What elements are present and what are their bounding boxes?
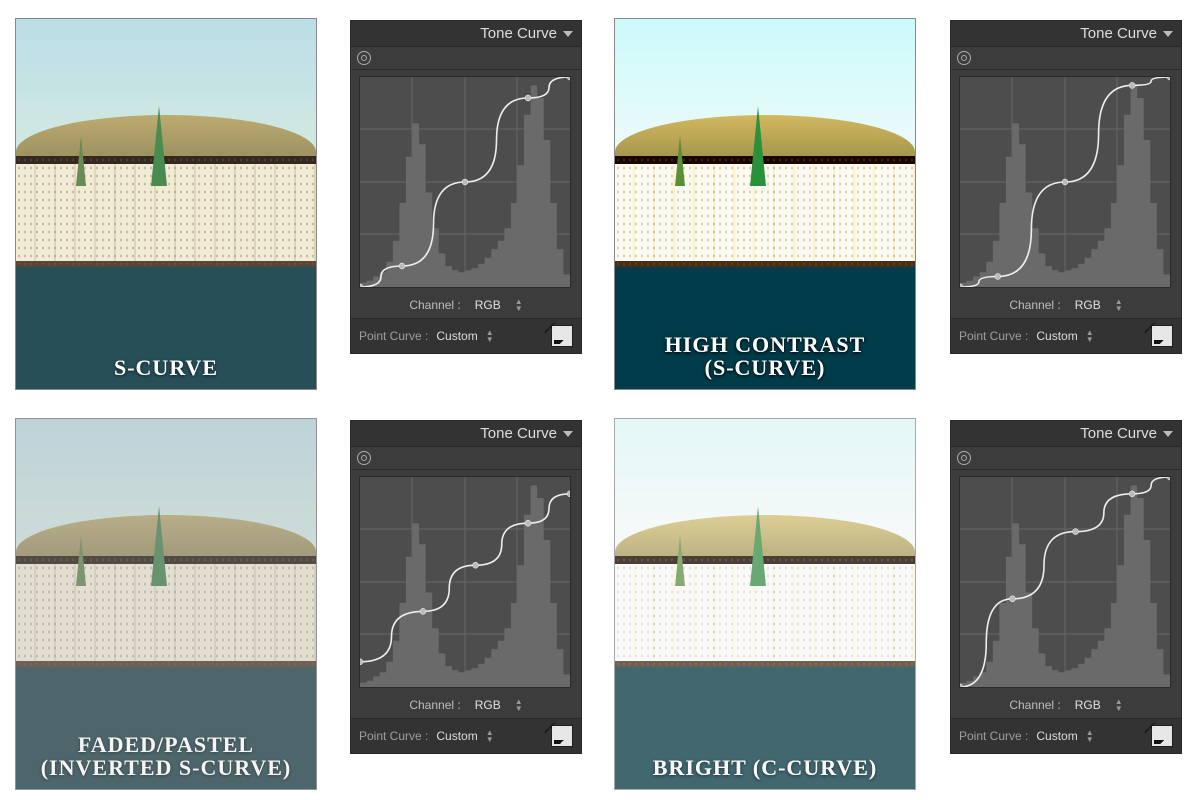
edit-point-curve-icon[interactable]	[551, 725, 573, 747]
stepper-icon[interactable]: ▲▼	[515, 698, 523, 712]
channel-row[interactable]: Channel : RGB ▲▼	[951, 692, 1181, 718]
channel-value: RGB	[475, 698, 501, 712]
tone-curve-panel-s-curve: Tone Curve Channel :	[350, 20, 582, 354]
tone-curve-plot[interactable]	[959, 76, 1171, 288]
example-photo-high-contrast: HIGH CONTRAST (S-CURVE)	[614, 18, 916, 390]
channel-row[interactable]: Channel : RGB ▲▼	[951, 292, 1181, 318]
channel-label: Channel :	[1009, 298, 1060, 312]
channel-row[interactable]: Channel : RGB ▲▼	[351, 692, 581, 718]
example-photo-faded-pastel: FADED/PASTEL (INVERTED S-CURVE)	[15, 418, 317, 790]
panel-titlebar[interactable]: Tone Curve	[951, 21, 1181, 47]
stepper-icon[interactable]: ▲▼	[1086, 329, 1094, 343]
channel-row[interactable]: Channel : RGB ▲▼	[351, 292, 581, 318]
photo-caption: HIGH CONTRAST (S-CURVE)	[615, 333, 915, 379]
stepper-icon[interactable]: ▲▼	[515, 298, 523, 312]
stepper-icon[interactable]: ▲▼	[1115, 298, 1123, 312]
panel-title: Tone Curve	[1080, 425, 1157, 442]
edit-point-curve-icon[interactable]	[1151, 725, 1173, 747]
tone-curve-plot[interactable]	[359, 476, 571, 688]
channel-value: RGB	[1075, 298, 1101, 312]
collapse-icon[interactable]	[1163, 431, 1173, 437]
stepper-icon[interactable]: ▲▼	[1115, 698, 1123, 712]
channel-value: RGB	[1075, 698, 1101, 712]
point-curve-value: Custom	[1036, 329, 1077, 343]
point-curve-value: Custom	[436, 729, 477, 743]
collapse-icon[interactable]	[563, 431, 573, 437]
point-curve-label: Point Curve :	[359, 729, 428, 743]
panel-titlebar[interactable]: Tone Curve	[351, 21, 581, 47]
photo-caption: BRIGHT (C-CURVE)	[615, 756, 915, 779]
point-curve-label: Point Curve :	[959, 729, 1028, 743]
target-adjust-icon[interactable]	[957, 451, 971, 465]
collapse-icon[interactable]	[563, 31, 573, 37]
tone-curve-panel-high-contrast: Tone Curve Channel :	[950, 20, 1182, 354]
stepper-icon[interactable]: ▲▼	[486, 329, 494, 343]
photo-caption: FADED/PASTEL (INVERTED S-CURVE)	[16, 733, 316, 779]
panel-title: Tone Curve	[480, 25, 557, 42]
panel-titlebar[interactable]: Tone Curve	[351, 421, 581, 447]
tone-curve-plot[interactable]	[959, 476, 1171, 688]
tone-curve-plot[interactable]	[359, 76, 571, 288]
channel-label: Channel :	[409, 698, 460, 712]
point-curve-label: Point Curve :	[959, 329, 1028, 343]
target-adjust-icon[interactable]	[357, 451, 371, 465]
channel-label: Channel :	[1009, 698, 1060, 712]
target-adjust-icon[interactable]	[357, 51, 371, 65]
point-curve-value: Custom	[436, 329, 477, 343]
point-curve-value: Custom	[1036, 729, 1077, 743]
example-photo-s-curve: S-CURVE	[15, 18, 317, 390]
photo-caption: S-CURVE	[16, 356, 316, 379]
panel-titlebar[interactable]: Tone Curve	[951, 421, 1181, 447]
collapse-icon[interactable]	[1163, 31, 1173, 37]
panel-title: Tone Curve	[480, 425, 557, 442]
channel-label: Channel :	[409, 298, 460, 312]
edit-point-curve-icon[interactable]	[1151, 325, 1173, 347]
target-adjust-icon[interactable]	[957, 51, 971, 65]
stepper-icon[interactable]: ▲▼	[486, 729, 494, 743]
tone-curve-panel-bright: Tone Curve Channel :	[950, 420, 1182, 754]
edit-point-curve-icon[interactable]	[551, 325, 573, 347]
comparison-grid: S-CURVE Tone Curve	[0, 0, 1200, 800]
panel-title: Tone Curve	[1080, 25, 1157, 42]
example-photo-bright: BRIGHT (C-CURVE)	[614, 418, 916, 790]
point-curve-label: Point Curve :	[359, 329, 428, 343]
channel-value: RGB	[475, 298, 501, 312]
tone-curve-panel-faded-pastel: Tone Curve Channel :	[350, 420, 582, 754]
stepper-icon[interactable]: ▲▼	[1086, 729, 1094, 743]
